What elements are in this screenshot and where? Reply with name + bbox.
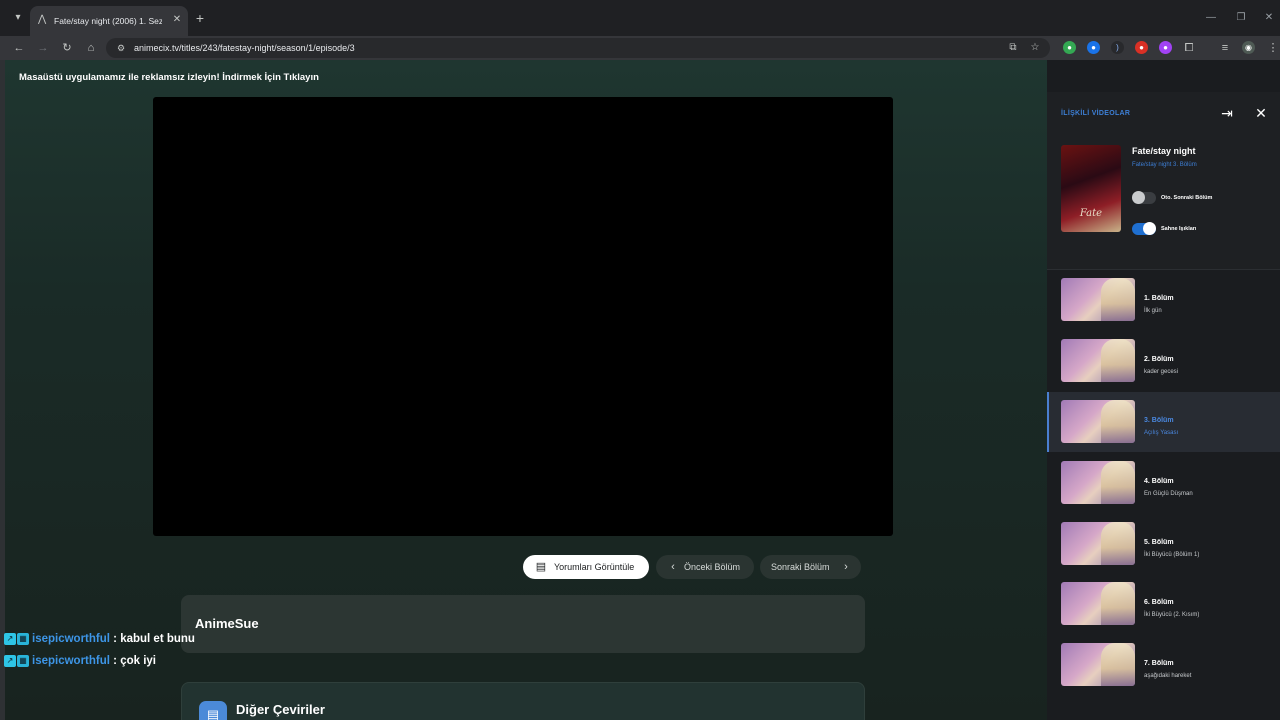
home-icon[interactable]: ⌂ (83, 40, 99, 56)
episode-item[interactable]: 5. Bölüm İki Büyücü (Bölüm 1) (1047, 514, 1280, 574)
extension-1-icon[interactable]: ● (1063, 41, 1076, 54)
anime-title[interactable]: Fate/stay night (1132, 144, 1196, 158)
view-comments-button[interactable]: ▤ Yorumları Görüntüle (523, 555, 649, 579)
reload-icon[interactable]: ↻ (59, 40, 75, 56)
episode-number: 2. Bölüm (1144, 356, 1174, 363)
extension-3-icon[interactable]: ) (1111, 41, 1124, 54)
other-translations-card[interactable]: ▤ Diğer Çeviriler (181, 682, 865, 720)
chevron-left-icon: ‹ (671, 561, 675, 573)
chat-text: kabul et bunu (120, 633, 195, 645)
chat-username: isepicworthful (32, 655, 110, 667)
badge-icon: ↗ (4, 655, 16, 667)
profile-icon[interactable]: ◉ (1242, 41, 1255, 54)
video-player[interactable] (153, 97, 893, 536)
chat-text: çok iyi (120, 655, 156, 667)
collapse-icon[interactable]: ⇥ (1218, 104, 1236, 122)
sidebar-title: İLİŞKİLİ VİDEOLAR (1061, 110, 1131, 117)
site-info-icon[interactable]: ⚙ (114, 41, 128, 55)
episode-item[interactable]: 7. Bölüm aşağıdaki hareket (1047, 635, 1280, 695)
toggle-knob (1132, 191, 1145, 204)
next-episode-label: Sonraki Bölüm (771, 562, 830, 572)
install-icon[interactable]: ⧉ (1006, 41, 1020, 55)
episode-name: kader gecesi (1144, 369, 1179, 375)
episode-name: En Güçlü Düşman (1144, 491, 1193, 497)
extension-5-icon[interactable]: ● (1159, 41, 1172, 54)
episode-name: İlk gün (1144, 308, 1162, 314)
fansub-card[interactable]: AnimeSue (181, 595, 865, 653)
close-sidebar-icon[interactable]: ✕ (1252, 104, 1270, 122)
episode-name: Açılış Yasası (1144, 430, 1179, 436)
autoplay-label: Oto. Sonraki Bölüm (1161, 195, 1213, 201)
episode-item[interactable]: 1. Bölüm İlk gün (1047, 270, 1280, 330)
anime-subtitle: Fate/stay night 3. Bölüm (1132, 162, 1197, 168)
episode-number: 4. Bölüm (1144, 478, 1174, 485)
anime-poster[interactable]: Fate (1061, 145, 1121, 232)
episode-thumbnail (1061, 278, 1135, 321)
url-text[interactable]: animecix.tv/titles/243/fatestay-night/se… (134, 41, 355, 55)
document-icon: ▤ (199, 701, 227, 720)
promo-banner[interactable]: Masaüstü uygulamamız ile reklamsız izley… (19, 70, 319, 86)
extension-4-icon[interactable]: ● (1135, 41, 1148, 54)
previous-episode-button[interactable]: ‹ Önceki Bölüm (656, 555, 754, 579)
chat-separator: : (109, 655, 121, 667)
chat-separator: : (109, 633, 121, 645)
star-icon[interactable]: ☆ (1028, 41, 1042, 55)
episode-thumbnail (1061, 643, 1135, 686)
next-episode-button[interactable]: Sonraki Bölüm › (760, 555, 861, 579)
episode-number: 1. Bölüm (1144, 295, 1174, 302)
chevron-right-icon: › (844, 561, 848, 573)
chat-username: isepicworthful (32, 633, 110, 645)
menu-icon[interactable]: ⋮ (1265, 40, 1280, 56)
extension-2-icon[interactable]: ● (1087, 41, 1100, 54)
browser-tab[interactable]: ⋀ Fate/stay night (2006) 1. Sezon ✕ (30, 6, 188, 36)
tab-title: Fate/stay night (2006) 1. Sezon (54, 16, 162, 26)
episode-name: İki Büyücü (2. Kısım) (1144, 612, 1200, 618)
episode-number: 6. Bölüm (1144, 599, 1174, 606)
browser-tabbar: ▾ ⋀ Fate/stay night (2006) 1. Sezon ✕ + … (0, 0, 1280, 36)
episode-item[interactable]: 6. Bölüm İki Büyücü (2. Kısım) (1047, 574, 1280, 634)
episode-number: 5. Bölüm (1144, 539, 1174, 546)
other-translations-title: Diğer Çeviriler (236, 702, 325, 717)
close-tab-icon[interactable]: ✕ (170, 13, 184, 27)
browser-toolbar: ← → ↻ ⌂ ⚙ animecix.tv/titles/243/fatesta… (0, 36, 1280, 60)
episode-item[interactable]: 2. Bölüm kader gecesi (1047, 331, 1280, 391)
toggle-knob (1143, 222, 1156, 235)
comment-icon: ▤ (535, 561, 547, 573)
previous-episode-label: Önceki Bölüm (684, 562, 741, 572)
episode-name: İki Büyücü (Bölüm 1) (1144, 552, 1200, 558)
episode-number: 3. Bölüm (1144, 417, 1174, 424)
back-icon[interactable]: ← (11, 40, 27, 56)
episode-thumbnail (1061, 339, 1135, 382)
window-close-icon[interactable]: ✕ (1261, 10, 1277, 26)
address-bar[interactable]: ⚙ animecix.tv/titles/243/fatestay-night/… (106, 38, 1050, 58)
episode-item-current[interactable]: 3. Bölüm Açılış Yasası (1047, 392, 1280, 452)
restore-icon[interactable]: ❐ (1233, 10, 1249, 26)
episode-thumbnail (1061, 522, 1135, 565)
tab-menu-icon[interactable]: ▾ (10, 10, 26, 26)
episode-item[interactable]: 4. Bölüm En Güçlü Düşman (1047, 453, 1280, 513)
favicon-icon: ⋀ (38, 14, 47, 25)
related-videos-sidebar: İLİŞKİLİ VİDEOLAR ⇥ ✕ Fate Fate/stay nig… (1047, 60, 1280, 720)
autoplay-toggle[interactable] (1132, 191, 1156, 204)
forward-icon[interactable]: → (35, 40, 51, 56)
episode-thumbnail (1061, 400, 1135, 443)
episode-name: aşağıdaki hareket (1144, 673, 1192, 679)
badge-icon: ▦ (17, 655, 29, 667)
scene-lights-label: Sahne Işıkları (1161, 226, 1197, 232)
media-icon[interactable]: ≡ (1217, 40, 1233, 56)
episode-number: 7. Bölüm (1144, 660, 1174, 667)
new-tab-icon[interactable]: + (192, 10, 208, 26)
minimize-icon[interactable]: — (1203, 10, 1219, 26)
episode-thumbnail (1061, 461, 1135, 504)
view-comments-label: Yorumları Görüntüle (554, 562, 635, 572)
badge-icon: ↗ (4, 633, 16, 645)
episode-thumbnail (1061, 582, 1135, 625)
extensions-icon[interactable]: ⧠ (1181, 40, 1197, 56)
poster-logo: Fate (1079, 208, 1103, 219)
badge-icon: ▦ (17, 633, 29, 645)
scene-lights-toggle[interactable] (1132, 222, 1156, 235)
fansub-name: AnimeSue (195, 616, 259, 631)
